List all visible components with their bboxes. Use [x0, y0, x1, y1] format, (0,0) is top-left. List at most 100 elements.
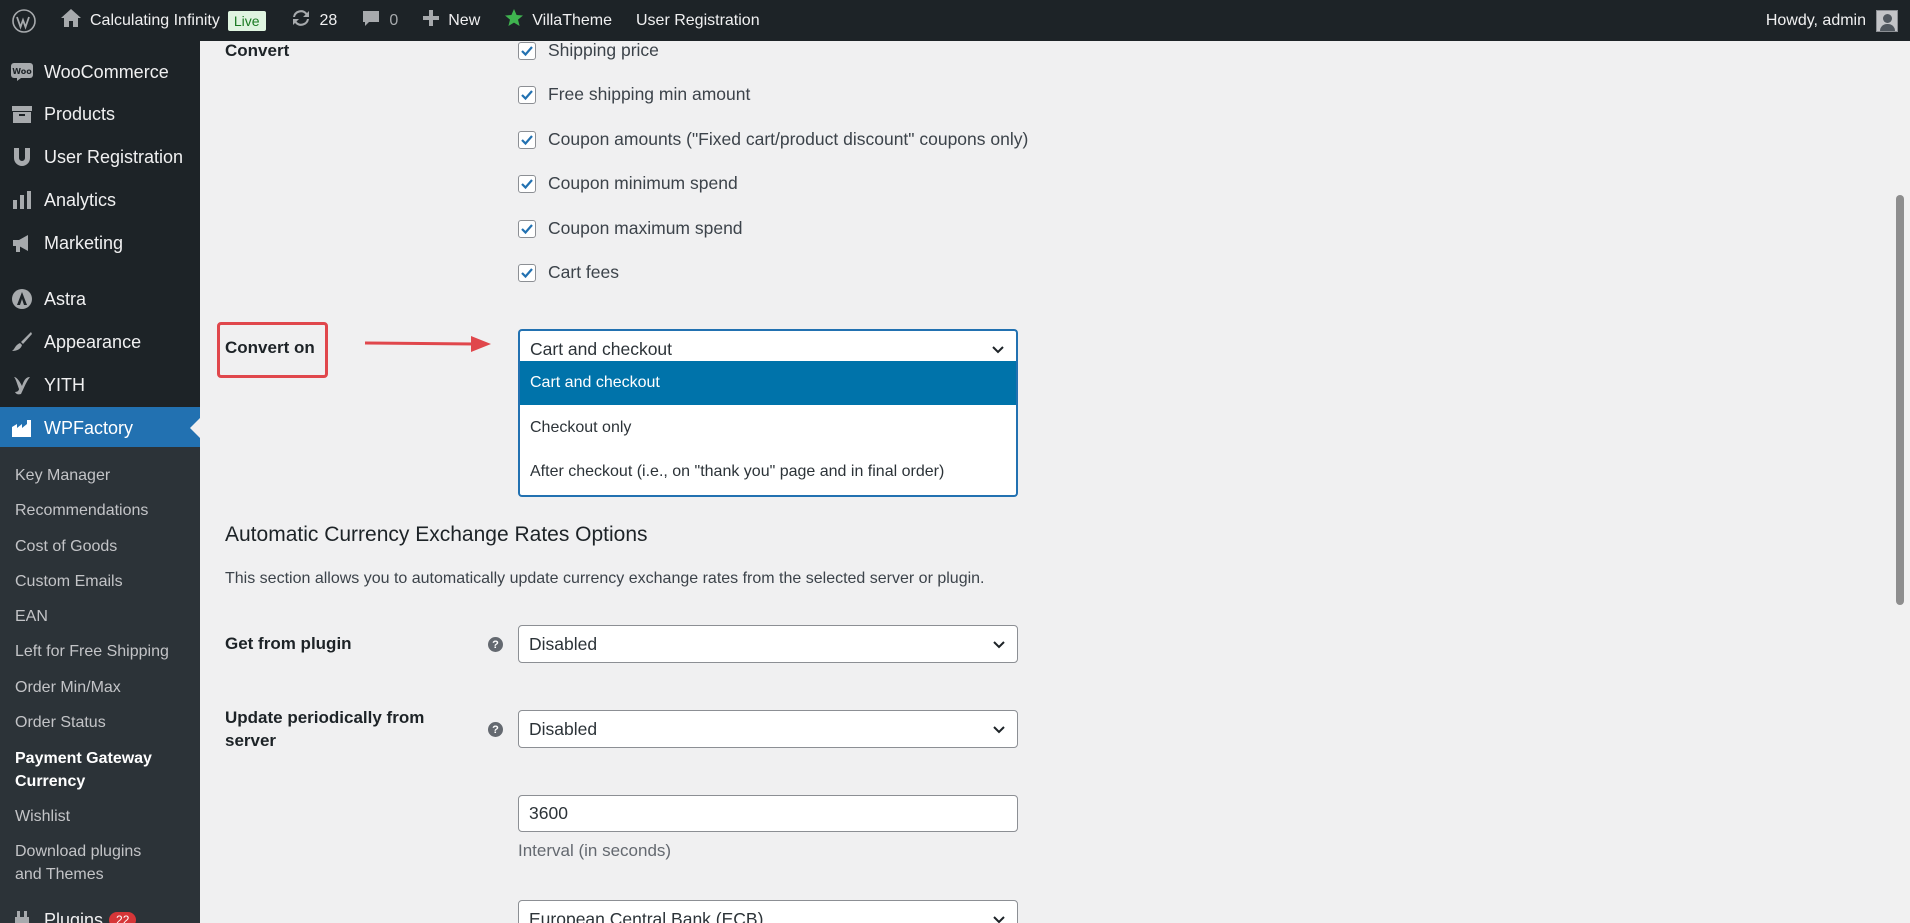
- villatheme-label: VillaTheme: [532, 11, 612, 29]
- submenu-item-order-status[interactable]: Order Status: [15, 711, 195, 734]
- checkbox-label: Coupon minimum spend: [548, 173, 738, 193]
- sidebar-item-label: Products: [44, 103, 116, 124]
- svg-text:Woo: Woo: [12, 67, 32, 76]
- section-title: Automatic Currency Exchange Rates Option…: [225, 523, 648, 546]
- plugins-update-badge: 22: [109, 912, 137, 923]
- submenu-item-payment-gateway-currency[interactable]: Payment Gateway Currency: [15, 747, 165, 793]
- updates-icon: [290, 8, 312, 33]
- checkbox[interactable]: [518, 130, 536, 149]
- sidebar-item-astra[interactable]: Astra: [0, 278, 200, 320]
- sidebar-item-label: Appearance: [44, 331, 142, 352]
- submenu-item-custom-emails[interactable]: Custom Emails: [15, 570, 195, 593]
- sidebar-item-plugins[interactable]: Plugins 22: [0, 899, 200, 923]
- submenu-item-recommendations[interactable]: Recommendations: [15, 499, 195, 522]
- checkmark-icon: [521, 223, 533, 234]
- site-name: Calculating Infinity: [90, 11, 220, 29]
- user-registration-icon: [0, 146, 44, 168]
- wordpress-logo-icon[interactable]: [0, 0, 48, 41]
- select-value: Disabled: [529, 633, 598, 654]
- arrow-annotation: [364, 336, 491, 352]
- checkbox-cart-fees[interactable]: Cart fees: [518, 262, 619, 283]
- input-value: 3600: [529, 803, 568, 823]
- checkbox[interactable]: [518, 219, 536, 238]
- sidebar-item-analytics[interactable]: Analytics: [0, 179, 200, 221]
- checkbox[interactable]: [518, 41, 536, 60]
- checkbox-shipping-price[interactable]: Shipping price: [518, 41, 659, 61]
- plugin-icon: [0, 910, 44, 923]
- avatar: [1876, 9, 1898, 32]
- submenu-item-download-plugins[interactable]: Download plugins and Themes: [15, 840, 165, 886]
- select-value: Disabled: [529, 718, 598, 739]
- sidebar-item-label: WPFactory: [44, 417, 134, 438]
- submenu-item-left-for-free-shipping[interactable]: Left for Free Shipping: [15, 640, 195, 663]
- checkbox-free-shipping-min-amount[interactable]: Free shipping min amount: [518, 84, 750, 105]
- my-account-link[interactable]: Howdy, admin: [1754, 0, 1910, 41]
- get-from-plugin-select[interactable]: Disabled: [518, 625, 1018, 663]
- submenu-item-cost-of-goods[interactable]: Cost of Goods: [15, 535, 195, 558]
- submenu-item-key-manager[interactable]: Key Manager: [15, 464, 195, 487]
- bar-chart-icon: [0, 190, 44, 210]
- site-name-link[interactable]: Calculating Infinity Live: [48, 0, 278, 41]
- updates-link[interactable]: 28: [278, 0, 350, 41]
- updates-count: 28: [319, 11, 338, 29]
- sidebar-item-user-registration[interactable]: User Registration: [0, 136, 200, 178]
- checkmark-icon: [521, 45, 533, 56]
- sidebar-item-yith[interactable]: YITH: [0, 364, 200, 406]
- checkbox-label: Coupon maximum spend: [548, 218, 743, 238]
- submenu-item-order-min-max[interactable]: Order Min/Max: [15, 676, 195, 699]
- help-icon[interactable]: ?: [488, 722, 503, 737]
- help-icon[interactable]: ?: [488, 637, 503, 652]
- star-icon: [504, 8, 524, 33]
- submenu-item-wishlist[interactable]: Wishlist: [15, 805, 195, 828]
- update-periodically-label: Update periodically from server: [225, 708, 425, 750]
- comment-icon: [361, 8, 381, 33]
- yith-icon: [0, 374, 44, 396]
- checkbox[interactable]: [518, 263, 536, 282]
- dropdown-option-cart-and-checkout[interactable]: Cart and checkout: [520, 361, 1016, 405]
- checkbox-coupon-minimum-spend[interactable]: Coupon minimum spend: [518, 173, 738, 194]
- astra-icon: [0, 288, 44, 310]
- factory-icon: [0, 418, 44, 438]
- sidebar-item-products[interactable]: Products: [0, 93, 200, 135]
- checkmark-icon: [521, 178, 533, 189]
- checkbox-coupon-maximum-spend[interactable]: Coupon maximum spend: [518, 218, 743, 239]
- chevron-down-icon: [992, 346, 1004, 354]
- checkbox[interactable]: [518, 85, 536, 104]
- convert-on-label: Convert on: [225, 338, 315, 357]
- select-value: European Central Bank (ECB): [529, 908, 764, 923]
- comments-count: 0: [389, 11, 399, 29]
- sidebar-item-woocommerce[interactable]: Woo WooCommerce: [0, 51, 200, 93]
- checkbox-coupon-amounts[interactable]: Coupon amounts ("Fixed cart/product disc…: [518, 129, 1028, 150]
- checkbox[interactable]: [518, 174, 536, 193]
- villatheme-link[interactable]: VillaTheme: [492, 0, 624, 41]
- sidebar-item-label: YITH: [44, 374, 86, 395]
- sidebar-item-marketing[interactable]: Marketing: [0, 222, 200, 264]
- section-description: This section allows you to automatically…: [225, 570, 985, 587]
- user-registration-topbar-label: User Registration: [636, 11, 760, 29]
- sidebar-item-label: Marketing: [44, 232, 124, 253]
- sidebar-item-wpfactory[interactable]: WPFactory: [0, 407, 200, 449]
- new-content-link[interactable]: New: [410, 0, 492, 41]
- dropdown-option-after-checkout[interactable]: After checkout (i.e., on "thank you" pag…: [520, 450, 1016, 494]
- update-periodically-select[interactable]: Disabled: [518, 710, 1018, 748]
- new-label: New: [448, 11, 481, 29]
- page-scrollbar[interactable]: [1890, 41, 1910, 923]
- sidebar-item-label: User Registration: [44, 146, 184, 167]
- submenu-item-ean[interactable]: EAN: [15, 605, 195, 628]
- server-select[interactable]: European Central Bank (ECB): [518, 900, 1018, 923]
- scrollbar-thumb[interactable]: [1896, 195, 1904, 605]
- chevron-down-icon: [993, 641, 1005, 649]
- megaphone-icon: [0, 233, 44, 253]
- convert-on-dropdown: Cart and checkout Checkout only After ch…: [518, 361, 1018, 497]
- user-registration-topbar-link[interactable]: User Registration: [624, 0, 772, 41]
- dropdown-option-checkout-only[interactable]: Checkout only: [520, 406, 1016, 450]
- chevron-down-icon: [993, 916, 1005, 923]
- comments-link[interactable]: 0: [349, 0, 410, 41]
- sidebar-item-appearance[interactable]: Appearance: [0, 321, 200, 363]
- interval-input[interactable]: 3600: [518, 795, 1018, 832]
- checkbox-label: Cart fees: [548, 262, 619, 282]
- checkbox-label: Free shipping min amount: [548, 84, 751, 104]
- checkmark-icon: [521, 134, 533, 145]
- checkmark-icon: [521, 267, 533, 278]
- main-content: Convert Shipping price Free shipping min…: [200, 41, 1890, 923]
